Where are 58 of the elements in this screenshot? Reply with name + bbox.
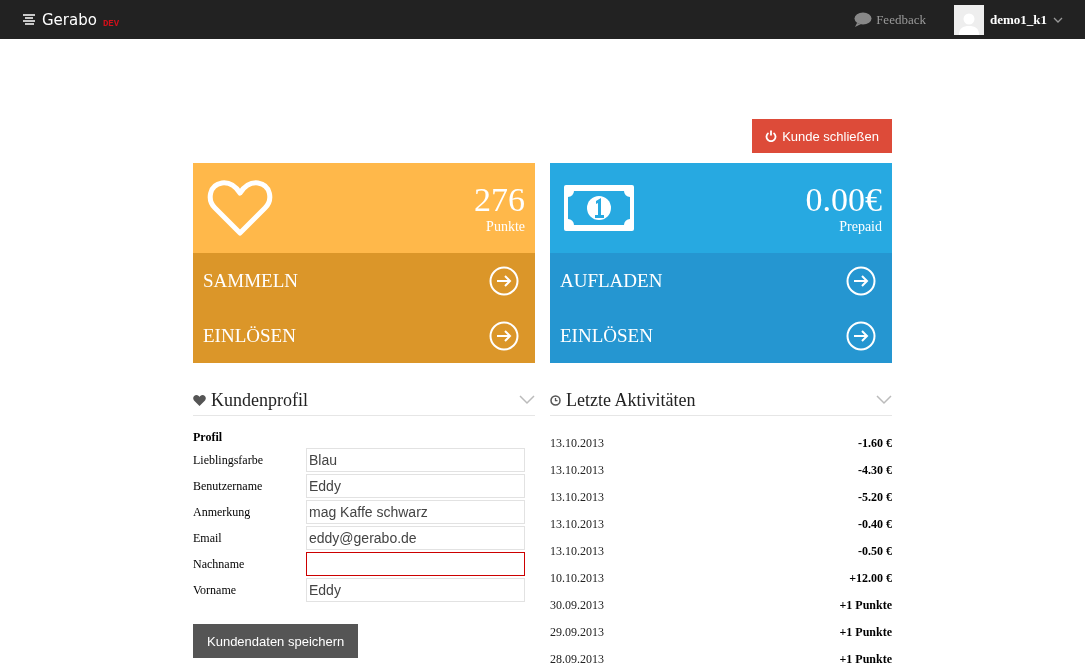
- balance-caption: Punkte: [486, 219, 525, 235]
- balance-value: 0.00€: [805, 181, 882, 219]
- dev-tag: DEV: [102, 18, 120, 29]
- activity-amount: +1 Punkte: [839, 652, 892, 667]
- panel-title: Letzte Aktivitäten: [566, 389, 696, 411]
- text-input[interactable]: eddy@gerabo.de: [306, 526, 525, 550]
- activity-date: 13.10.2013: [550, 463, 604, 478]
- activity-date: 13.10.2013: [550, 490, 604, 505]
- activity-amount: +1 Punkte: [839, 598, 892, 613]
- field-label: Email: [193, 530, 223, 546]
- text-input[interactable]: mag Kaffe schwarz: [306, 500, 525, 524]
- activity-amount: -0.50 €: [858, 544, 892, 559]
- power-icon: [765, 130, 778, 142]
- activity-date: 13.10.2013: [550, 544, 604, 559]
- text-input[interactable]: Eddy: [306, 474, 525, 498]
- activity-amount: -5.20 €: [858, 490, 892, 505]
- feedback-link[interactable]: Feedback: [854, 11, 926, 28]
- user-menu[interactable]: demo1_k1: [953, 4, 1063, 35]
- activity-date: 28.09.2013: [550, 652, 604, 667]
- balance-value: 276: [474, 181, 525, 219]
- heart-icon: [193, 394, 206, 406]
- balance-caption: Prepaid: [839, 219, 882, 235]
- activity-amount: -0.40 €: [858, 517, 892, 532]
- speech-bubble-icon: [854, 12, 873, 27]
- field-label: Nachname: [193, 556, 246, 572]
- chevron-down-icon[interactable]: [519, 395, 535, 405]
- activity-date: 29.09.2013: [550, 625, 604, 640]
- field-label: Lieblingsfarbe: [193, 452, 264, 468]
- close-customer-button[interactable]: Kunde schließen: [752, 119, 892, 153]
- chevron-down-icon[interactable]: [876, 395, 892, 405]
- heart-icon: [207, 179, 273, 237]
- activity-date: 13.10.2013: [550, 517, 604, 532]
- activity-amount: +1 Punkte: [839, 625, 892, 640]
- brand-name[interactable]: Gerabo: [42, 10, 97, 29]
- field-label: Vorname: [193, 582, 238, 598]
- avatar-silhouette: [953, 4, 984, 35]
- text-input[interactable]: Eddy: [306, 578, 525, 602]
- arrow-right-icon: [489, 265, 519, 296]
- text-input[interactable]: Blau: [306, 448, 525, 472]
- panel-title: Kundenprofil: [211, 389, 308, 411]
- activity-date: 10.10.2013: [550, 571, 604, 586]
- field-label: Anmerkung: [193, 504, 252, 520]
- section-heading: Profil: [193, 430, 224, 445]
- save-button[interactable]: Kundendaten speichern: [193, 624, 359, 658]
- arrow-right-icon: [846, 265, 876, 296]
- logo-icon: [22, 12, 36, 27]
- field-label: Benutzername: [193, 478, 264, 494]
- arrow-right-icon: [489, 320, 519, 351]
- activity-amount: -4.30 €: [858, 463, 892, 478]
- chevron-down-icon: [1053, 16, 1063, 23]
- activity-date: 30.09.2013: [550, 598, 604, 613]
- clock-icon: [550, 394, 561, 406]
- arrow-right-icon: [846, 320, 876, 351]
- banknote-icon: [564, 185, 634, 231]
- activity-amount: -1.60 €: [858, 436, 892, 451]
- text-input[interactable]: [306, 552, 525, 576]
- activity-amount: +12.00 €: [849, 571, 892, 586]
- activity-date: 13.10.2013: [550, 436, 604, 451]
